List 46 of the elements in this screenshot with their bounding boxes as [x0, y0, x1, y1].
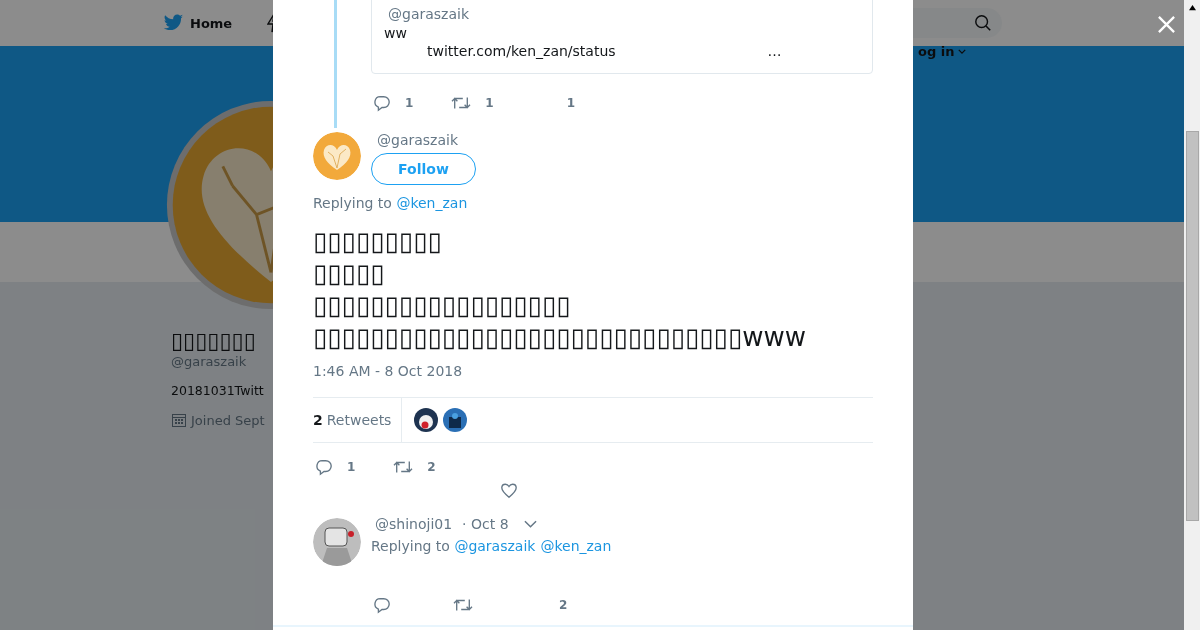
- mention-link[interactable]: @ken_zan: [540, 538, 612, 554]
- lightning-icon[interactable]: [267, 13, 275, 33]
- home-link[interactable]: Home: [163, 14, 233, 32]
- retweet-stats[interactable]: 2 Retweets: [313, 398, 403, 442]
- scroll-thumb[interactable]: [1185, 131, 1199, 521]
- caret-icon: [958, 49, 967, 54]
- retweet-count: 2: [427, 460, 436, 474]
- caret-icon[interactable]: [523, 520, 537, 528]
- tweet-text-line: ▯▯▯▯▯▯▯▯▯▯▯▯▯▯▯▯▯▯: [313, 289, 572, 321]
- reply-icon[interactable]: [373, 94, 391, 112]
- reply-icon[interactable]: [315, 458, 333, 476]
- search-icon[interactable]: [974, 14, 992, 32]
- bird-icon: [163, 14, 184, 32]
- replying-to-text: Replying to @garaszaik @ken_zan: [371, 538, 612, 554]
- like-count: 1: [566, 96, 576, 110]
- profile-bio: 20181031Twitt: [171, 383, 264, 398]
- user-handle[interactable]: @shinoji01: [375, 516, 453, 532]
- quoted-link[interactable]: twitter.com/ken_zan/status: [427, 43, 616, 59]
- reply-count: 1: [405, 96, 414, 110]
- login-link[interactable]: og in: [918, 44, 967, 59]
- avatar-icon[interactable]: [443, 408, 468, 432]
- tweet-text-line: ▯▯▯▯▯▯▯▯▯▯▯▯▯▯▯▯▯▯▯▯▯▯▯▯▯▯▯▯▯▯www: [313, 321, 808, 353]
- avatar-icon[interactable]: [414, 408, 439, 432]
- quoted-tweet-card[interactable]: @garaszaik ww twitter.com/ken_zan/status …: [371, 0, 873, 74]
- profile-name: ▯▯▯▯▯▯▯: [171, 328, 256, 354]
- heart-icon[interactable]: [500, 482, 518, 500]
- calendar-icon: [171, 412, 187, 428]
- mention-link[interactable]: @ken_zan: [396, 195, 468, 211]
- ellipsis: …: [767, 43, 782, 59]
- user-handle[interactable]: @garaszaik: [377, 132, 476, 148]
- tweet-date[interactable]: · Oct 8: [462, 516, 509, 532]
- close-icon[interactable]: [1157, 15, 1176, 34]
- mention-link[interactable]: @garaszaik: [454, 538, 536, 554]
- reply-count: 1: [347, 460, 356, 474]
- retweet-count: 1: [485, 96, 494, 110]
- scrollbar[interactable]: [1184, 0, 1200, 630]
- reply-icon[interactable]: [373, 596, 391, 614]
- joined-date: Joined Sept: [191, 412, 265, 428]
- quoted-handle: @garaszaik: [388, 6, 471, 22]
- tweet-timestamp: 1:46 AM - 8 Oct 2018: [313, 363, 464, 379]
- profile-handle: @garaszaik: [171, 354, 247, 369]
- scroll-up-icon[interactable]: [1187, 4, 1197, 11]
- like-count: 2: [559, 598, 568, 612]
- quoted-text: ww: [384, 25, 408, 41]
- follow-button[interactable]: Follow: [371, 153, 476, 185]
- search-field[interactable]: [913, 8, 1002, 38]
